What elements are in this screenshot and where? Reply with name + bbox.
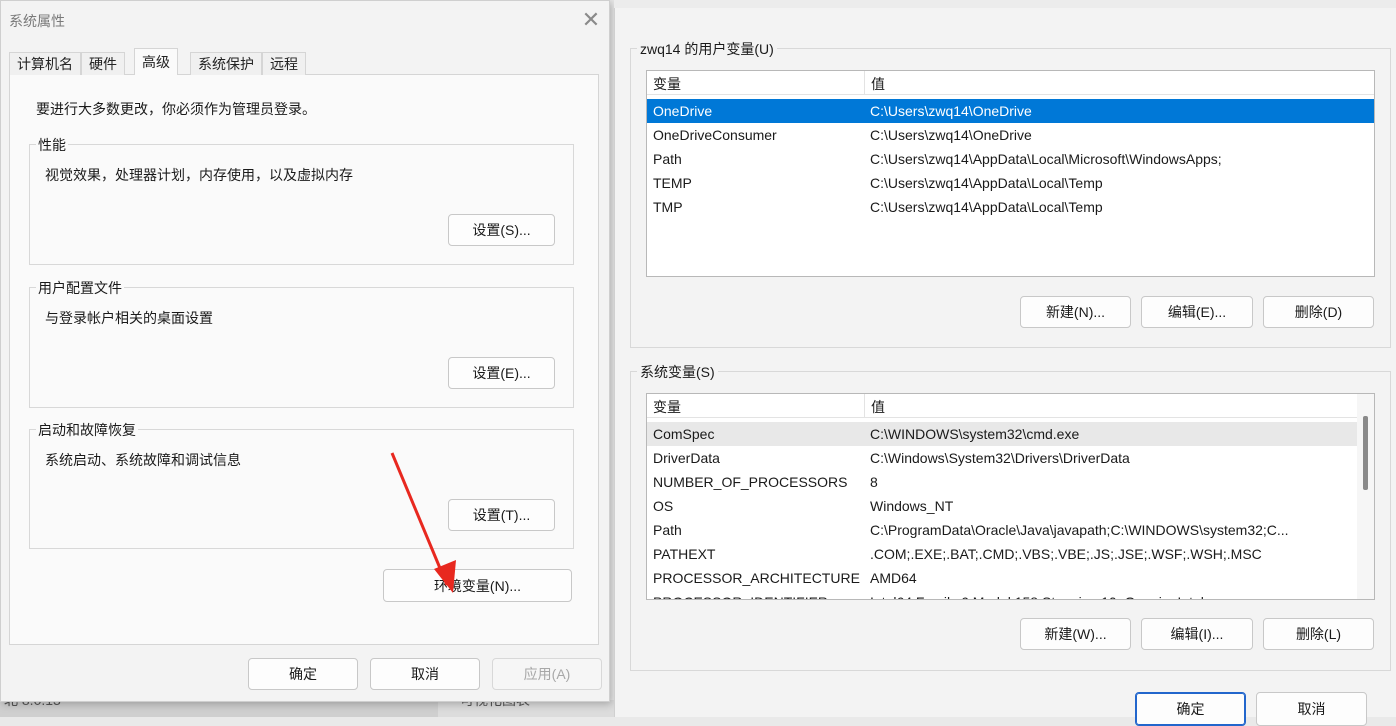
table-row[interactable]: OneDrive C:\Users\zwq14\OneDrive	[647, 99, 1374, 123]
system-edit-button[interactable]: 编辑(I)...	[1141, 618, 1253, 650]
user-edit-button[interactable]: 编辑(E)...	[1141, 296, 1253, 328]
system-properties-dialog: 系统属性 ✕ 计算机名 硬件 高级 系统保护 远程 要进行大多数更改，你必须作为…	[0, 0, 610, 702]
tab-remote[interactable]: 远程	[262, 52, 306, 75]
env-cancel-button[interactable]: 取消	[1256, 692, 1367, 726]
variable-value-cell: Intel64 Family 6 Model 158 Stepping 10, …	[870, 590, 1204, 599]
user-delete-button[interactable]: 删除(D)	[1263, 296, 1374, 328]
variable-value-cell: C:\Users\zwq14\OneDrive	[870, 103, 1032, 119]
variable-value-cell: .COM;.EXE;.BAT;.CMD;.VBS;.VBE;.JS;.JSE;.…	[870, 546, 1262, 562]
variable-name-cell: TMP	[653, 199, 683, 215]
variable-value-cell: C:\Users\zwq14\AppData\Local\Temp	[870, 175, 1103, 191]
user-profiles-description: 与登录帐户相关的桌面设置	[45, 310, 213, 326]
system-list-scrollbar[interactable]	[1357, 394, 1374, 599]
table-row[interactable]: PROCESSOR_ARCHITECTURE AMD64	[647, 566, 1374, 590]
dialog-top-edge	[614, 0, 1396, 8]
startup-recovery-settings-button[interactable]: 设置(T)...	[448, 499, 555, 531]
column-header-variable[interactable]: 变量	[647, 71, 681, 95]
environment-variables-button[interactable]: 环境变量(N)...	[383, 569, 572, 602]
admin-notice: 要进行大多数更改，你必须作为管理员登录。	[36, 101, 316, 117]
column-header-value[interactable]: 值	[865, 394, 885, 418]
table-row[interactable]: Path C:\Users\zwq14\AppData\Local\Microso…	[647, 147, 1374, 171]
column-header-value[interactable]: 值	[865, 71, 885, 95]
column-header-variable[interactable]: 变量	[647, 394, 681, 418]
variable-value-cell: Windows_NT	[870, 498, 954, 514]
variable-value-cell: AMD64	[870, 570, 917, 586]
variable-name-cell: Path	[653, 522, 682, 538]
system-variables-title: 系统变量(S)	[637, 362, 718, 382]
variable-name-cell: ComSpec	[653, 426, 715, 442]
table-row[interactable]: Path C:\ProgramData\Oracle\Java\javapath;…	[647, 518, 1374, 542]
variable-value-cell: C:\Users\zwq14\AppData\Local\Microsoft\W…	[870, 151, 1222, 167]
user-profiles-settings-button[interactable]: 设置(E)...	[448, 357, 555, 389]
table-row[interactable]: DriverData C:\Windows\System32\Drivers\Dr…	[647, 446, 1374, 470]
variable-value-cell: C:\WINDOWS\system32\cmd.exe	[870, 426, 1080, 442]
startup-recovery-description: 系统启动、系统故障和调试信息	[45, 452, 241, 468]
tab-advanced[interactable]: 高级	[134, 48, 178, 75]
variable-name-cell: DriverData	[653, 450, 720, 466]
table-row[interactable]: NUMBER_OF_PROCESSORS 8	[647, 470, 1374, 494]
variable-name-cell: PROCESSOR_IDENTIFIER	[653, 590, 828, 599]
dialog-title: 系统属性	[9, 13, 65, 29]
system-delete-button[interactable]: 删除(L)	[1263, 618, 1374, 650]
table-row[interactable]: OneDriveConsumer C:\Users\zwq14\OneDrive	[647, 123, 1374, 147]
user-variables-title: zwq14 的用户变量(U)	[637, 39, 777, 59]
variable-name-cell: OS	[653, 498, 674, 514]
scrollbar-thumb[interactable]	[1363, 416, 1368, 490]
table-row[interactable]: ComSpec C:\WINDOWS\system32\cmd.exe	[647, 422, 1374, 446]
variable-value-cell: C:\Users\zwq14\AppData\Local\Temp	[870, 199, 1103, 215]
tab-hardware[interactable]: 硬件	[81, 52, 125, 75]
tab-computer-name[interactable]: 计算机名	[9, 52, 81, 75]
performance-description: 视觉效果，处理器计划，内存使用，以及虚拟内存	[45, 167, 353, 183]
variable-name-cell: OneDrive	[653, 103, 713, 119]
variable-name-cell: Path	[653, 151, 682, 167]
variable-value-cell: C:\Users\zwq14\OneDrive	[870, 127, 1032, 143]
user-variables-list[interactable]: 变量 值 OneDrive C:\Users\zwq14\OneDrive OneD…	[646, 70, 1375, 277]
variable-name-cell: TEMP	[653, 175, 692, 191]
table-row[interactable]: TMP C:\Users\zwq14\AppData\Local\Temp	[647, 195, 1374, 219]
startup-recovery-group	[29, 429, 574, 549]
system-variables-list[interactable]: 变量 值 ComSpec C:\WINDOWS\system32\cmd.exe D…	[646, 393, 1375, 600]
variable-value-cell: C:\ProgramData\Oracle\Java\javapath;C:\W…	[870, 522, 1289, 538]
ok-button[interactable]: 确定	[248, 658, 358, 690]
tab-system-protection[interactable]: 系统保护	[190, 52, 262, 75]
variable-name-cell: PATHEXT	[653, 546, 716, 562]
variable-value-cell: 8	[870, 474, 878, 490]
variable-name-cell: OneDriveConsumer	[653, 127, 777, 143]
startup-recovery-title: 启动和故障恢复	[36, 420, 138, 440]
list-header: 变量 值	[647, 394, 1374, 418]
close-icon[interactable]: ✕	[577, 7, 605, 35]
apply-button[interactable]: 应用(A)	[492, 658, 602, 690]
list-header: 变量 值	[647, 71, 1374, 95]
cancel-button[interactable]: 取消	[370, 658, 480, 690]
table-row[interactable]: OS Windows_NT	[647, 494, 1374, 518]
system-new-button[interactable]: 新建(W)...	[1020, 618, 1131, 650]
table-row[interactable]: PROCESSOR_IDENTIFIER Intel64 Family 6 Mod…	[647, 590, 1374, 599]
env-ok-button[interactable]: 确定	[1135, 692, 1246, 726]
table-row[interactable]: PATHEXT .COM;.EXE;.BAT;.CMD;.VBS;.VBE;.JS…	[647, 542, 1374, 566]
table-row[interactable]: TEMP C:\Users\zwq14\AppData\Local\Temp	[647, 171, 1374, 195]
performance-title: 性能	[36, 135, 68, 155]
user-new-button[interactable]: 新建(N)...	[1020, 296, 1131, 328]
performance-settings-button[interactable]: 设置(S)...	[448, 214, 555, 246]
user-profiles-title: 用户配置文件	[36, 278, 124, 298]
variable-value-cell: C:\Windows\System32\Drivers\DriverData	[870, 450, 1130, 466]
variable-name-cell: NUMBER_OF_PROCESSORS	[653, 474, 848, 490]
variable-name-cell: PROCESSOR_ARCHITECTURE	[653, 570, 860, 586]
user-profiles-group	[29, 287, 574, 408]
performance-group	[29, 144, 574, 265]
